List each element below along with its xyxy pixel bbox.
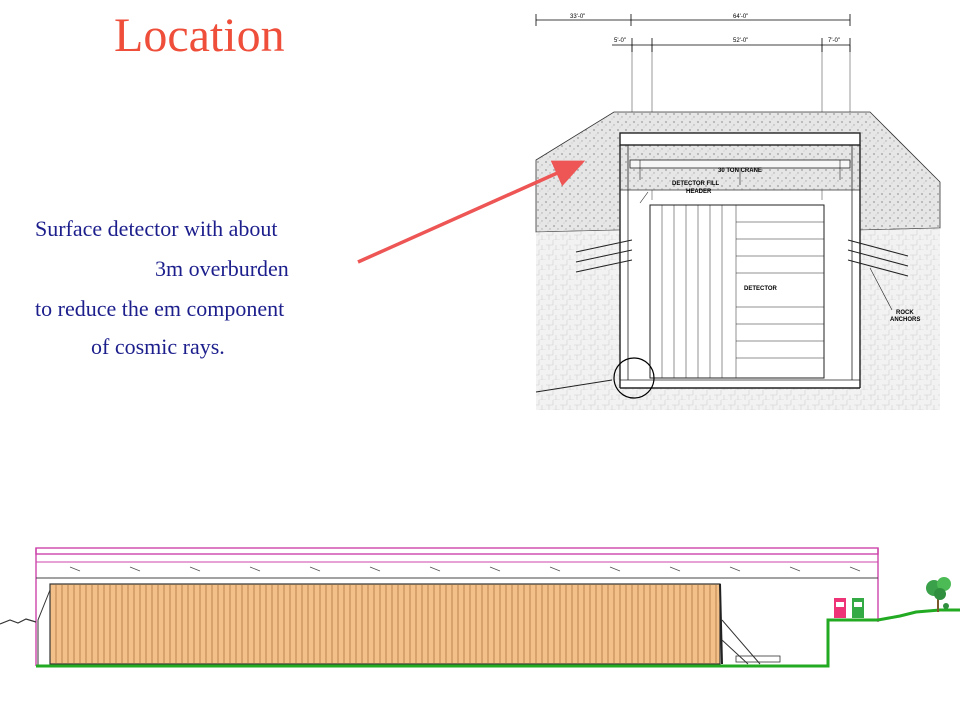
label-fill-header-1: DETECTOR FILL [672, 181, 720, 187]
dim-sub-left: 5'-0" [614, 38, 626, 44]
longitudinal-section [0, 547, 960, 668]
dim-sub-mid: 52'-0" [733, 38, 748, 44]
label-rock-1: ROCK [896, 310, 914, 316]
tree-icon [926, 577, 951, 612]
label-rock-2: ANCHORS [890, 317, 920, 323]
dim-sub-right: 7'-0" [828, 38, 840, 44]
label-crane: 30 TON CRANE [718, 168, 762, 174]
label-fill-header-2: HEADER [686, 189, 712, 195]
dim-top-right: 64'-0" [733, 14, 748, 20]
cross-section-drawing: 33'-0" 64'-0" 5'-0" 52'-0" 7'-0" 30 TON … [0, 14, 960, 668]
slide: Location Surface detector with about 3m … [0, 0, 960, 720]
dim-top-left: 33'-0" [570, 14, 585, 20]
label-detector: DETECTOR [744, 286, 778, 292]
